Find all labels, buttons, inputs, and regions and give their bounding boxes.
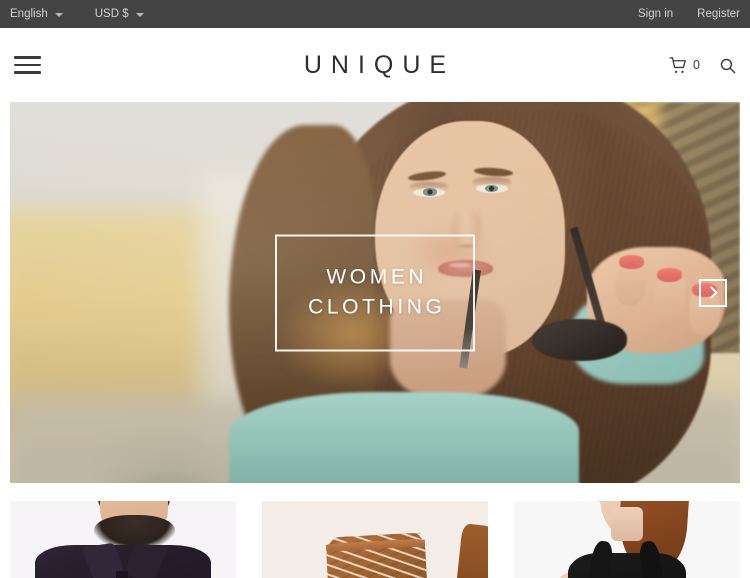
hero-caption-line-1: WOMEN [326,265,428,289]
leather-bag-tile[interactable] [262,501,488,578]
leather-bag [325,532,430,578]
hero-slide[interactable]: WOMEN CLOTHING [10,102,740,483]
women-black-top-tile[interactable] [514,501,740,578]
top-bar-right-group: Sign in Register [638,8,740,20]
hamburger-menu-icon[interactable] [14,52,41,78]
hamburger-bar [14,63,41,67]
black-sleeveless-top [568,553,686,578]
polo-placket [116,571,128,578]
men-polo-shirt-tile[interactable] [10,501,236,578]
currency-selector-label: USD $ [94,8,129,20]
sunglasses-lens [531,319,627,362]
model-mint-top [229,391,580,483]
register-link[interactable]: Register [697,8,740,20]
header-actions: 0 [669,56,736,75]
cart-item-count: 0 [693,58,700,72]
model-eyelid-left [410,181,448,190]
site-logo: UNIQUE [303,50,456,79]
model-eyelid-right [472,177,511,186]
product-category-tiles [0,483,750,578]
currency-selector[interactable]: USD $ [95,8,144,20]
cart-button[interactable]: 0 [669,56,700,75]
hamburger-bar [14,71,41,74]
hero-next-slide-button[interactable] [699,278,727,307]
top-utility-bar: English USD $ Sign in Register [0,0,750,28]
sign-in-link[interactable]: Sign in [638,8,673,20]
chevron-right-icon [708,286,719,299]
shopping-cart-icon [669,56,688,75]
model-neck [611,507,643,541]
model-fingernail [618,255,644,269]
language-selector-label: English [10,8,48,20]
search-icon[interactable] [719,57,736,74]
hero-slider-container: WOMEN CLOTHING [0,102,750,483]
hero-caption-line-2: CLOTHING [308,295,446,319]
chevron-down-icon [135,12,144,17]
top-bar-left-group: English USD $ [10,8,144,20]
hamburger-bar [14,56,41,59]
chevron-down-icon [54,12,63,17]
language-selector[interactable]: English [10,8,63,20]
site-header: UNIQUE 0 [0,28,750,102]
model-fingernail [656,268,682,282]
hero-caption-box[interactable]: WOMEN CLOTHING [275,234,475,351]
